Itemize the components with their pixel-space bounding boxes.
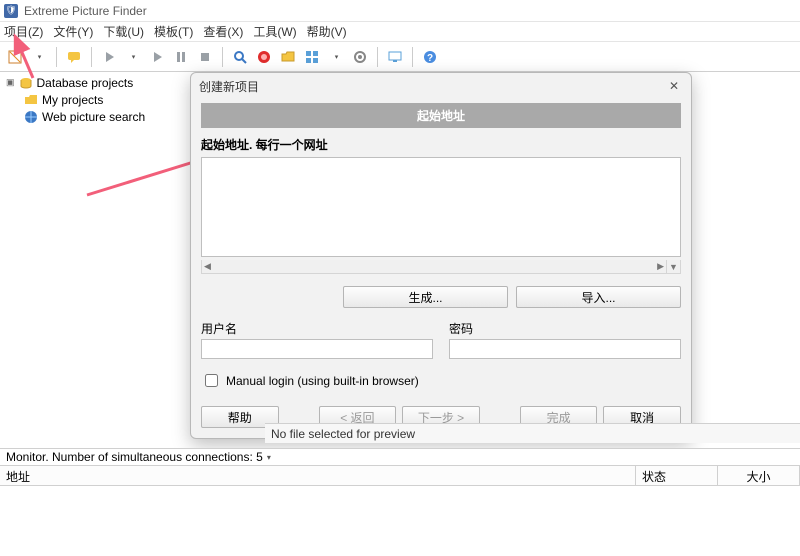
comment-button[interactable]	[63, 46, 85, 68]
textarea-label: 起始地址. 每行一个网址	[201, 136, 681, 153]
thumbnails-dropdown[interactable]	[325, 46, 347, 68]
menu-template[interactable]: 模板(T)	[154, 23, 193, 40]
tree-item-label: My projects	[42, 93, 103, 107]
download-columns: 地址 状态 大小	[0, 466, 800, 486]
new-project-dialog: 创建新项目 ✕ 起始地址 起始地址. 每行一个网址 ◀▶ ▼ 生成... 导入.…	[190, 72, 692, 439]
project-tree: ▣ Database projects My projects Web pict…	[4, 74, 204, 125]
globe-button[interactable]	[253, 46, 275, 68]
textarea-scrollbar-horizontal[interactable]: ◀▶	[201, 260, 667, 274]
monitor-button[interactable]	[384, 46, 406, 68]
manual-login-label: Manual login (using built-in browser)	[226, 374, 419, 388]
play-button[interactable]	[98, 46, 120, 68]
toolbar-separator	[412, 47, 413, 67]
chevron-down-icon[interactable]: ▾	[267, 453, 271, 462]
manual-login-checkbox[interactable]	[205, 374, 218, 387]
folder-icon	[24, 93, 38, 107]
expand-icon[interactable]: ▣	[6, 77, 15, 88]
menu-file[interactable]: 文件(Y)	[53, 23, 93, 40]
menu-download[interactable]: 下载(U)	[103, 23, 144, 40]
password-field[interactable]	[449, 339, 681, 359]
globe-icon	[24, 110, 38, 124]
username-label: 用户名	[201, 320, 433, 337]
toolbar: ?	[0, 42, 800, 72]
monitor-text: Monitor. Number of simultaneous connecti…	[6, 450, 263, 464]
menu-project[interactable]: 项目(Z)	[4, 23, 43, 40]
generate-button[interactable]: 生成...	[343, 286, 508, 308]
svg-text:?: ?	[427, 53, 433, 64]
toolbar-separator	[222, 47, 223, 67]
new-project-button[interactable]	[4, 46, 26, 68]
preview-status: No file selected for preview	[265, 423, 800, 443]
app-icon: 🛡	[4, 4, 18, 18]
monitor-bar: Monitor. Number of simultaneous connecti…	[0, 448, 800, 466]
window-title: Extreme Picture Finder	[24, 4, 147, 18]
start-url-textarea[interactable]	[201, 157, 681, 257]
play-dropdown[interactable]	[122, 46, 144, 68]
menubar: 项目(Z) 文件(Y) 下载(U) 模板(T) 查看(X) 工具(W) 帮助(V…	[0, 22, 800, 42]
dialog-title: 创建新项目	[199, 78, 259, 95]
titlebar: 🛡 Extreme Picture Finder	[0, 0, 800, 22]
dialog-banner: 起始地址	[201, 103, 681, 128]
menu-help[interactable]: 帮助(V)	[307, 23, 347, 40]
menu-tools[interactable]: 工具(W)	[253, 23, 296, 40]
import-button[interactable]: 导入...	[516, 286, 681, 308]
column-status[interactable]: 状态	[636, 466, 718, 485]
password-label: 密码	[449, 320, 681, 337]
toolbar-separator	[56, 47, 57, 67]
thumbnails-button[interactable]	[301, 46, 323, 68]
menu-view[interactable]: 查看(X)	[203, 23, 243, 40]
username-field[interactable]	[201, 339, 433, 359]
column-size[interactable]: 大小	[718, 466, 800, 485]
tree-item-my-projects[interactable]: My projects	[4, 91, 204, 108]
stop-button[interactable]	[194, 46, 216, 68]
play-alt-button[interactable]	[146, 46, 168, 68]
search-button[interactable]	[229, 46, 251, 68]
database-icon	[19, 76, 33, 90]
tree-item-label: Web picture search	[42, 110, 145, 124]
help-button[interactable]: ?	[419, 46, 441, 68]
preview-status-text: No file selected for preview	[271, 427, 415, 441]
folder-button[interactable]	[277, 46, 299, 68]
pause-button[interactable]	[170, 46, 192, 68]
tree-item-web-search[interactable]: Web picture search	[4, 108, 204, 125]
toolbar-separator	[91, 47, 92, 67]
toolbar-separator	[377, 47, 378, 67]
close-icon[interactable]: ✕	[665, 77, 683, 95]
settings-button[interactable]	[349, 46, 371, 68]
dialog-titlebar: 创建新项目 ✕	[191, 73, 691, 99]
column-address[interactable]: 地址	[0, 466, 636, 485]
tree-root[interactable]: ▣ Database projects	[4, 74, 204, 91]
new-project-dropdown[interactable]	[28, 46, 50, 68]
textarea-scrollbar-down[interactable]: ▼	[667, 260, 681, 274]
tree-root-label: Database projects	[37, 76, 134, 90]
